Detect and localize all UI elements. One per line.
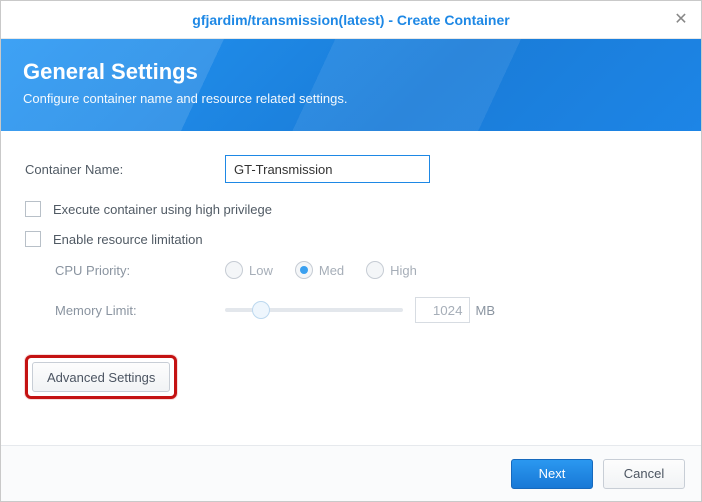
resource-limit-checkbox[interactable] — [25, 231, 41, 247]
cpu-priority-group: Low Med High — [225, 261, 433, 279]
cpu-priority-label: CPU Priority: — [55, 263, 225, 278]
dialog-footer: Next Cancel — [1, 445, 701, 501]
cpu-priority-high-label: High — [390, 263, 417, 278]
cpu-priority-low-label: Low — [249, 263, 273, 278]
cpu-priority-low-radio[interactable] — [225, 261, 243, 279]
memory-limit-slider[interactable]: MB — [225, 297, 495, 323]
high-privilege-row[interactable]: Execute container using high privilege — [25, 201, 677, 217]
next-button[interactable]: Next — [511, 459, 593, 489]
resource-limit-row[interactable]: Enable resource limitation — [25, 231, 677, 247]
container-name-input[interactable] — [225, 155, 430, 183]
cpu-priority-high-radio[interactable] — [366, 261, 384, 279]
close-icon[interactable]: ✕ — [673, 12, 689, 28]
high-privilege-checkbox[interactable] — [25, 201, 41, 217]
cpu-priority-med-radio[interactable] — [295, 261, 313, 279]
advanced-settings-button[interactable]: Advanced Settings — [32, 362, 170, 392]
memory-limit-unit: MB — [476, 303, 496, 318]
banner-heading: General Settings — [23, 59, 679, 85]
advanced-settings-highlight: Advanced Settings — [25, 355, 177, 399]
banner-subheading: Configure container name and resource re… — [23, 91, 679, 106]
slider-thumb[interactable] — [252, 301, 270, 319]
resource-limit-label: Enable resource limitation — [53, 232, 203, 247]
container-name-label: Container Name: — [25, 162, 225, 177]
memory-limit-row: Memory Limit: MB — [55, 297, 677, 323]
content-area: Container Name: Execute container using … — [1, 131, 701, 445]
cancel-button[interactable]: Cancel — [603, 459, 685, 489]
banner: General Settings Configure container nam… — [1, 39, 701, 131]
container-name-row: Container Name: — [25, 155, 677, 183]
create-container-dialog: gfjardim/transmission(latest) - Create C… — [0, 0, 702, 502]
titlebar: gfjardim/transmission(latest) - Create C… — [1, 1, 701, 39]
memory-limit-input — [415, 297, 470, 323]
dialog-title: gfjardim/transmission(latest) - Create C… — [192, 12, 509, 28]
cpu-priority-row: CPU Priority: Low Med High — [55, 261, 677, 279]
memory-limit-label: Memory Limit: — [55, 303, 225, 318]
slider-track — [225, 308, 403, 312]
high-privilege-label: Execute container using high privilege — [53, 202, 272, 217]
cpu-priority-med-label: Med — [319, 263, 344, 278]
